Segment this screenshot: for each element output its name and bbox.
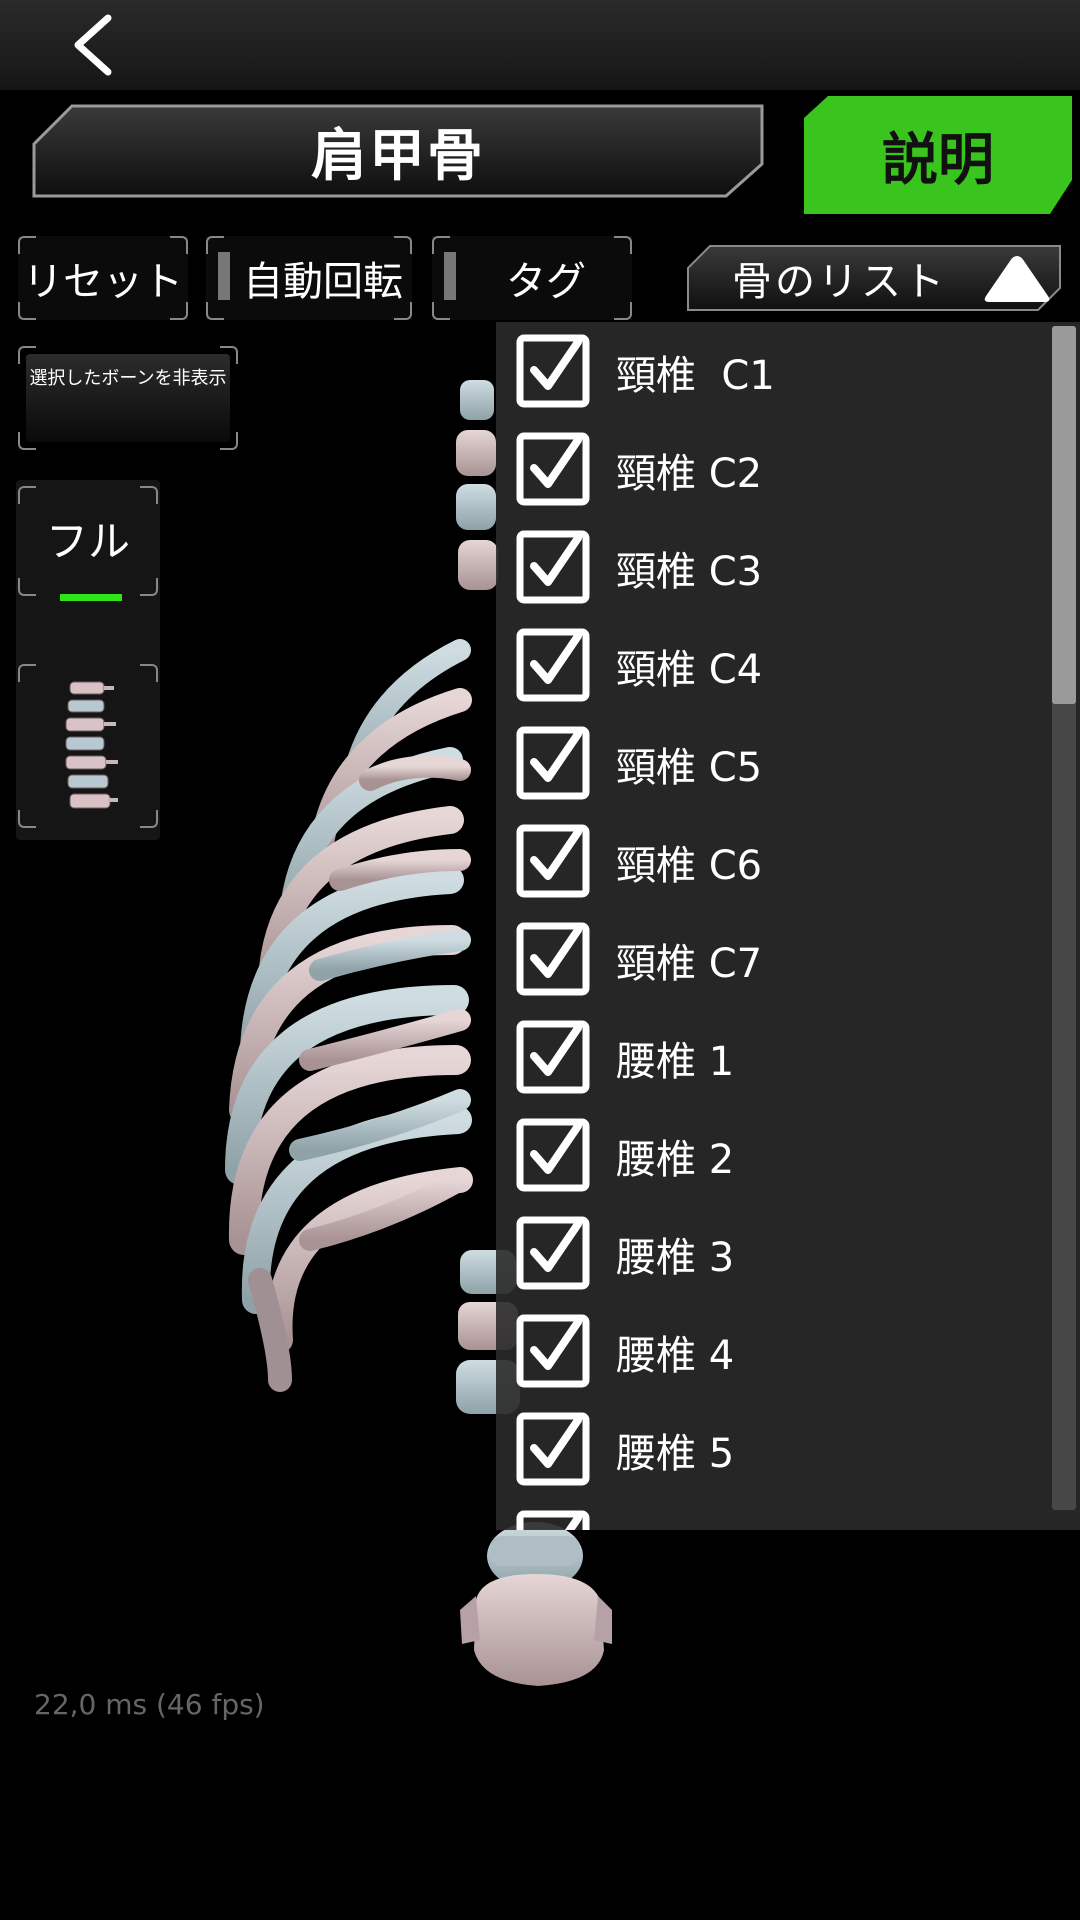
bone-list-item-label: 頸椎 C5 [616,745,763,791]
page-title-banner: 肩甲骨 [32,104,764,198]
checkbox-checked-icon[interactable] [516,1216,590,1290]
spine-thumbnail-icon [65,681,118,809]
bone-list-item-label: 頸椎 C2 [616,451,763,497]
checkbox-checked-icon[interactable] [516,1510,590,1530]
bone-list-item[interactable]: 頸椎 C2 [496,426,1056,524]
full-view-button[interactable]: フル [18,486,158,601]
bone-list-item[interactable]: 腰椎 5 [496,1406,1056,1504]
checkbox-checked-icon[interactable] [516,432,590,506]
reset-button-label: リセット [23,259,183,305]
bone-list-item-label: 胸椎 T1 [616,1504,771,1530]
bone-list-button-label: 骨のリスト [732,259,947,305]
full-view-label: フル [45,517,130,566]
bone-list-item-label: 頸椎 C7 [616,941,763,987]
checkbox-checked-icon[interactable] [516,1314,590,1388]
bone-list-item-label: 頸椎 C4 [616,647,763,693]
bone-list-button[interactable]: 骨のリスト [686,244,1062,312]
checkbox-checked-icon[interactable] [516,1020,590,1094]
rib-cage-model [225,639,473,1392]
hide-selected-bone-button[interactable]: 選択したボーンを非表示 [18,346,238,450]
hide-selected-bone-label: 選択したボーンを非表示 [29,368,227,389]
checkbox-checked-icon[interactable] [516,1412,590,1486]
checkbox-checked-icon[interactable] [516,726,590,800]
bone-list-item[interactable]: 頸椎 C1 [496,328,1056,426]
bone-list-item[interactable]: 腰椎 1 [496,1014,1056,1112]
checkbox-checked-icon[interactable] [516,922,590,996]
tag-button-label: タグ [506,259,586,305]
view-mode-panel: フル [16,480,160,840]
scrollbar-thumb[interactable] [1052,326,1076,704]
active-indicator [60,594,122,601]
bone-list-item[interactable]: 腰椎 3 [496,1210,1056,1308]
bone-list-item[interactable]: 頸椎 C6 [496,818,1056,916]
chevron-left-icon[interactable] [62,8,132,82]
bone-list-item-label: 頸椎 C6 [616,843,763,889]
bone-list-item-label: 腰椎 4 [616,1333,735,1379]
bone-list-item-label: 頸椎 C1 [616,353,775,399]
bone-list-item-label: 腰椎 1 [616,1039,735,1085]
bone-list-item[interactable]: 腰椎 2 [496,1112,1056,1210]
bone-list-item-label: 腰椎 2 [616,1137,735,1183]
bone-list-item-label: 腰椎 3 [616,1235,735,1281]
bone-list-dropdown: 頸椎 C1 頸椎 C2 頸椎 C3 頸椎 C4 頸椎 C5 頸椎 C6 頸椎 C7 腰椎 1 腰… [496,322,1080,1530]
checkbox-checked-icon[interactable] [516,628,590,702]
tag-button[interactable]: タグ [432,236,632,320]
bone-list-item[interactable]: 頸椎 C7 [496,916,1056,1014]
spine-view-button[interactable] [18,664,158,828]
explain-button-label: 説明 [882,127,994,193]
bone-list-item[interactable]: 頸椎 C3 [496,524,1056,622]
explain-button[interactable]: 説明 [804,96,1072,214]
checkbox-checked-icon[interactable] [516,824,590,898]
bone-list-scrollbar[interactable] [1052,326,1076,1510]
bone-list-item[interactable]: 胸椎 T1 [496,1504,1056,1530]
checkbox-checked-icon[interactable] [516,334,590,408]
bone-list-item-label: 腰椎 5 [616,1431,735,1477]
fps-counter: 22,0 ms (46 fps) [34,1688,265,1721]
top-bar [0,0,1080,90]
page-title: 肩甲骨 [311,123,485,189]
triangle-up-icon [980,252,1054,306]
autorotate-button[interactable]: 自動回転 [206,236,412,320]
checkbox-checked-icon[interactable] [516,530,590,604]
autorotate-button-label: 自動回転 [243,259,403,305]
bone-list-item[interactable]: 頸椎 C5 [496,720,1056,818]
checkbox-checked-icon[interactable] [516,1118,590,1192]
bone-list-item-label: 頸椎 C3 [616,549,763,595]
reset-button[interactable]: リセット [18,236,188,320]
bone-list-item[interactable]: 頸椎 C4 [496,622,1056,720]
bone-list-item[interactable]: 腰椎 4 [496,1308,1056,1406]
